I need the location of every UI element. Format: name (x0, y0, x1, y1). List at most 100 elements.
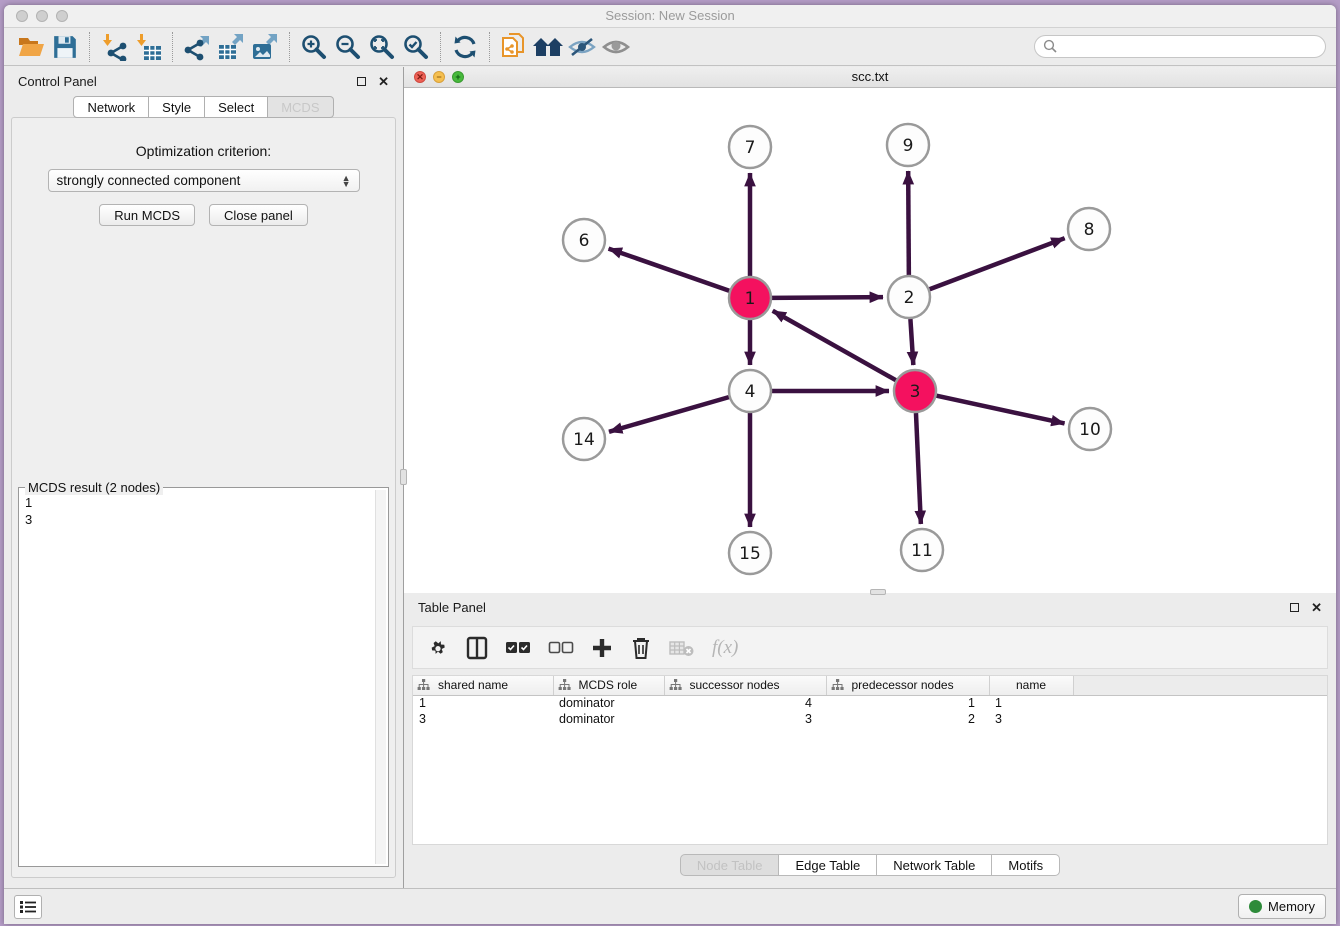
edge-2-3[interactable] (910, 319, 913, 365)
zoom-out-icon[interactable] (331, 31, 365, 63)
maximize-network-button[interactable]: + (452, 71, 464, 83)
tab-select[interactable]: Select (205, 96, 268, 118)
show-columns-icon[interactable] (466, 636, 488, 660)
control-panel-tabs: NetworkStyleSelectMCDS (4, 96, 403, 118)
tab-network[interactable]: Network (73, 96, 149, 118)
open-session-icon[interactable] (14, 31, 48, 63)
table-cell[interactable]: 1 (989, 695, 1073, 711)
horizontal-splitter-grip[interactable] (870, 589, 886, 595)
unselect-all-icon[interactable] (548, 636, 574, 660)
table-cell[interactable]: 1 (413, 695, 553, 711)
close-network-button[interactable]: ✕ (414, 71, 426, 83)
run-mcds-button[interactable]: Run MCDS (99, 204, 195, 226)
column-header-predecessor-nodes[interactable]: predecessor nodes (826, 676, 989, 695)
close-panel-icon[interactable]: ✕ (378, 75, 389, 88)
column-header-shared-name[interactable]: shared name (413, 676, 553, 695)
close-table-panel-icon[interactable]: ✕ (1311, 601, 1322, 614)
node-table: shared nameMCDS rolesuccessor nodesprede… (413, 676, 1327, 727)
table-panel-title: Table Panel (418, 600, 486, 615)
zoom-selected-icon[interactable] (399, 31, 433, 63)
toolbar-separator (489, 32, 490, 62)
column-header-successor-nodes[interactable]: successor nodes (664, 676, 826, 695)
table-settings-icon[interactable] (427, 636, 449, 660)
node-label-8: 8 (1084, 220, 1095, 240)
mcds-panel: Optimization criterion: strongly connect… (11, 117, 396, 878)
column-header-empty (1073, 676, 1327, 695)
table-cell[interactable]: 1 (826, 695, 989, 711)
node-table-body: 1dominator4113dominator323 (413, 695, 1327, 727)
column-header-name[interactable]: name (989, 676, 1073, 695)
column-header-MCDS-role[interactable]: MCDS role (553, 676, 664, 695)
close-window-button[interactable] (16, 10, 28, 22)
export-table-icon[interactable] (214, 31, 248, 63)
column-type-icon (417, 679, 430, 691)
table-cell-empty (1073, 711, 1327, 727)
table-row[interactable]: 1dominator411 (413, 695, 1327, 711)
table-cell[interactable]: dominator (553, 695, 664, 711)
network-window-controls: ✕ − + (414, 71, 464, 83)
select-all-icon[interactable] (505, 636, 531, 660)
home-layout-icon[interactable] (531, 31, 565, 63)
hide-selected-icon[interactable] (565, 31, 599, 63)
table-row[interactable]: 3dominator323 (413, 711, 1327, 727)
table-cell[interactable]: 3 (989, 711, 1073, 727)
add-row-icon[interactable] (591, 636, 613, 660)
edge-1-2[interactable] (772, 297, 883, 298)
memory-button[interactable]: Memory (1238, 894, 1326, 919)
save-session-icon[interactable] (48, 31, 82, 63)
splitter-grip[interactable] (400, 469, 407, 485)
table-cell[interactable]: dominator (553, 711, 664, 727)
edge-2-8[interactable] (930, 238, 1065, 289)
search-input[interactable] (1034, 35, 1326, 58)
float-table-panel-icon[interactable] (1290, 603, 1299, 612)
delete-row-icon[interactable] (630, 636, 652, 660)
edge-1-6[interactable] (609, 249, 730, 291)
table-cell[interactable]: 2 (826, 711, 989, 727)
tab-node-table[interactable]: Node Table (680, 854, 780, 876)
column-type-icon (558, 679, 571, 691)
import-table-icon[interactable] (131, 31, 165, 63)
node-label-9: 9 (903, 136, 914, 156)
edge-3-10[interactable] (936, 396, 1064, 424)
zoom-fit-icon[interactable] (365, 31, 399, 63)
node-label-10: 10 (1079, 420, 1101, 440)
result-scrollbar[interactable] (375, 490, 386, 864)
float-panel-icon[interactable] (357, 77, 366, 86)
mcds-result-text[interactable]: 1 3 (21, 492, 374, 864)
copy-network-view-icon[interactable] (497, 31, 531, 63)
export-image-icon[interactable] (248, 31, 282, 63)
network-window-titlebar: ✕ − + scc.txt (404, 67, 1336, 88)
table-tabs: Node TableEdge TableNetwork TableMotifs (404, 845, 1336, 885)
edge-2-9[interactable] (908, 171, 909, 275)
table-cell[interactable]: 3 (413, 711, 553, 727)
edge-3-11[interactable] (916, 413, 921, 524)
criterion-dropdown[interactable]: strongly connected component ▲▼ (48, 169, 360, 192)
edge-3-1[interactable] (773, 311, 896, 380)
table-toolbar: f(x) (412, 626, 1328, 669)
table-cell[interactable]: 4 (664, 695, 826, 711)
search-field-wrap (1034, 35, 1326, 58)
tab-motifs[interactable]: Motifs (992, 854, 1060, 876)
zoom-in-icon[interactable] (297, 31, 331, 63)
criterion-dropdown-value: strongly connected component (57, 173, 241, 188)
tab-network-table[interactable]: Network Table (877, 854, 992, 876)
zoom-window-button[interactable] (56, 10, 68, 22)
refresh-view-icon[interactable] (448, 31, 482, 63)
minimize-network-button[interactable]: − (433, 71, 445, 83)
import-network-icon[interactable] (97, 31, 131, 63)
tab-edge-table[interactable]: Edge Table (779, 854, 877, 876)
search-icon (1043, 39, 1057, 53)
tab-mcds[interactable]: MCDS (268, 96, 333, 118)
minimize-window-button[interactable] (36, 10, 48, 22)
task-history-button[interactable] (14, 895, 42, 919)
close-panel-button[interactable]: Close panel (209, 204, 308, 226)
show-all-icon[interactable] (599, 31, 633, 63)
network-window: ✕ − + scc.txt 12346789101114 (404, 67, 1336, 593)
edge-4-14[interactable] (609, 397, 729, 432)
mcds-result-box: MCDS result (2 nodes) 1 3 (18, 487, 389, 867)
tab-style[interactable]: Style (149, 96, 205, 118)
export-network-icon[interactable] (180, 31, 214, 63)
table-cell[interactable]: 3 (664, 711, 826, 727)
network-canvas[interactable]: 1234678910111415 (404, 88, 1336, 593)
window-title: Session: New Session (4, 5, 1336, 27)
